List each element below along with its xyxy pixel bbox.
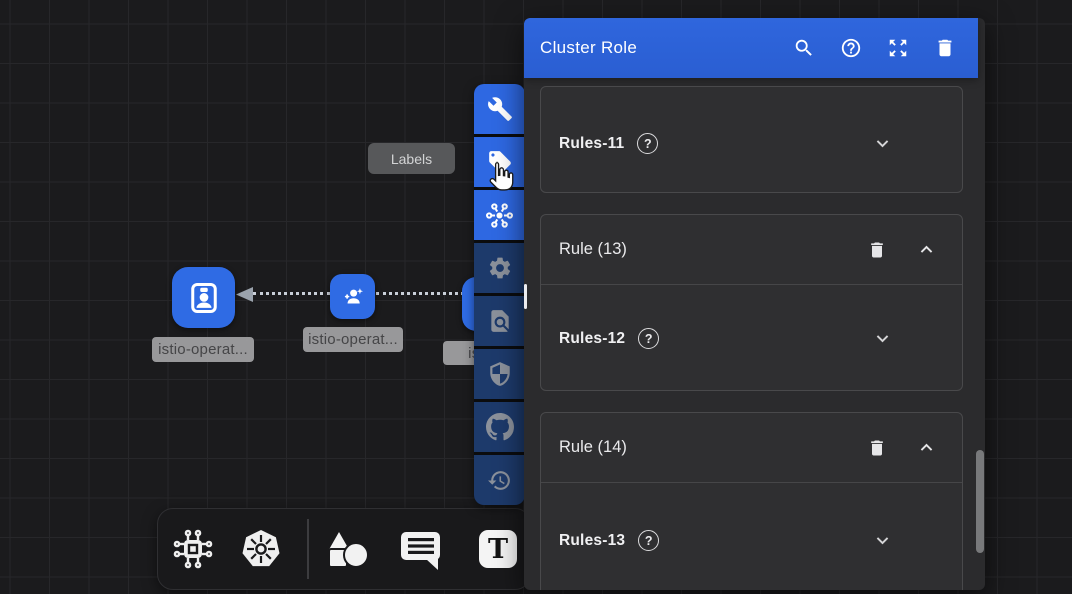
rule-title: Rule (13)	[559, 240, 867, 259]
trash-icon	[867, 438, 887, 458]
panel-scrollbar[interactable]	[976, 450, 984, 553]
doc-search-icon	[487, 308, 513, 334]
rules-row[interactable]: Rules-13 ?	[541, 483, 962, 590]
help-circle-icon[interactable]: ?	[638, 530, 659, 551]
panel-drag-handle[interactable]	[524, 284, 527, 309]
node-label: istio-operat...	[152, 337, 254, 362]
delete-rule-button[interactable]	[867, 240, 887, 260]
chevron-down-icon[interactable]	[871, 132, 894, 155]
shield-tool-button[interactable]	[474, 349, 525, 399]
expand-icon	[887, 37, 909, 59]
search-icon	[793, 37, 815, 59]
expand-button[interactable]	[887, 37, 909, 59]
cluster-role-panel: Cluster Role	[524, 18, 985, 590]
edge-segment	[376, 292, 464, 295]
chevron-down-icon[interactable]	[871, 529, 894, 552]
rule-card: Rule (13) Rules-12 ?	[540, 214, 963, 391]
edge-segment	[253, 292, 330, 295]
rule-header-row[interactable]: Rule (13)	[541, 215, 962, 285]
rules-label: Rules-11	[559, 135, 624, 153]
settings-tool-button[interactable]	[474, 243, 525, 293]
chevron-up-icon[interactable]	[915, 238, 938, 261]
rules-row[interactable]: Rules-11 ?	[541, 87, 962, 192]
delete-button[interactable]	[934, 37, 956, 59]
circuit-icon	[171, 527, 215, 571]
kubernetes-tool-button[interactable]	[239, 527, 283, 571]
help-icon	[840, 37, 862, 59]
edge-arrowhead-icon	[236, 287, 253, 302]
bottom-toolbar: T	[157, 508, 531, 590]
node-label: istio-operat...	[303, 327, 403, 352]
panel-header: Cluster Role	[524, 18, 978, 78]
side-toolbar	[474, 84, 525, 505]
node-label-text: istio-operat...	[308, 331, 398, 348]
hub-tool-button[interactable]	[474, 190, 525, 240]
node-service-account[interactable]	[330, 274, 375, 319]
circuit-tool-button[interactable]	[171, 527, 215, 571]
github-icon	[486, 413, 514, 441]
wrench-icon	[487, 96, 513, 122]
trash-icon	[867, 240, 887, 260]
search-button[interactable]	[793, 37, 815, 59]
shapes-icon	[323, 527, 369, 571]
github-tool-button[interactable]	[474, 402, 525, 452]
rules-label: Rules-12	[559, 330, 625, 348]
history-tool-button[interactable]	[474, 455, 525, 505]
hub-icon	[486, 202, 513, 229]
shapes-tool-button[interactable]	[323, 527, 369, 571]
delete-rule-button[interactable]	[867, 438, 887, 458]
gear-icon	[487, 255, 513, 281]
rules-card: Rules-11 ?	[540, 86, 963, 193]
comment-icon	[399, 528, 442, 570]
tooltip-text: Labels	[391, 151, 432, 167]
rules-row[interactable]: Rules-12 ?	[541, 285, 962, 392]
rule-card: Rule (14) Rules-13 ?	[540, 412, 963, 590]
text-tool-button[interactable]: T	[479, 530, 517, 568]
wrench-tool-button[interactable]	[474, 84, 525, 134]
rules-label: Rules-13	[559, 532, 625, 550]
panel-header-icons	[793, 37, 956, 59]
node-cluster-role[interactable]	[172, 267, 235, 328]
tag-icon	[487, 149, 513, 175]
chevron-down-icon[interactable]	[871, 327, 894, 350]
history-icon	[487, 468, 512, 493]
kubernetes-icon	[239, 527, 283, 571]
text-tool-label: T	[488, 534, 508, 565]
help-circle-icon[interactable]: ?	[638, 328, 659, 349]
trash-icon	[934, 37, 956, 59]
panel-title: Cluster Role	[540, 38, 793, 58]
shield-icon	[487, 361, 513, 387]
node-label-text: istio-operat...	[158, 341, 248, 358]
id-badge-icon	[186, 280, 222, 316]
labels-tool-button[interactable]	[474, 137, 525, 187]
help-button[interactable]	[840, 37, 862, 59]
help-circle-icon[interactable]: ?	[637, 133, 658, 154]
doc-search-tool-button[interactable]	[474, 296, 525, 346]
labels-tooltip: Labels	[368, 143, 455, 174]
rule-title: Rule (14)	[559, 438, 867, 457]
toolbar-divider	[307, 519, 309, 579]
text-tool-icon: T	[479, 530, 517, 568]
service-account-icon	[339, 283, 366, 310]
diagram-canvas[interactable]: istio istio-operat... istio-operat... La…	[0, 0, 1072, 594]
chevron-up-icon[interactable]	[915, 436, 938, 459]
rule-header-row[interactable]: Rule (14)	[541, 413, 962, 483]
comment-tool-button[interactable]	[398, 528, 442, 570]
